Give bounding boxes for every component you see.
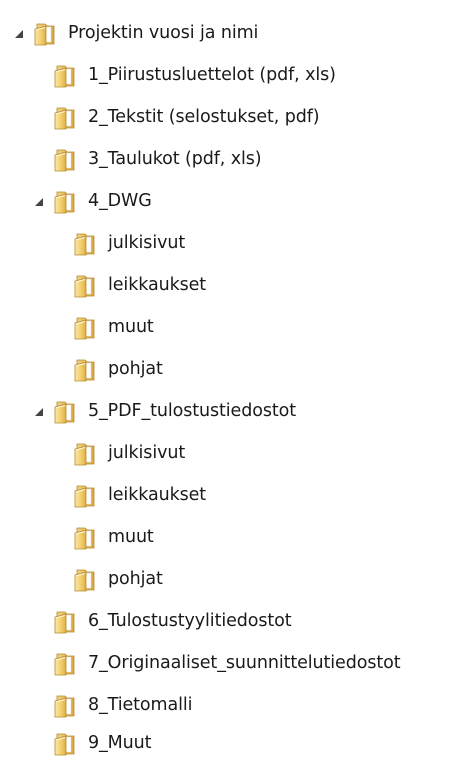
folder-icon	[74, 569, 95, 592]
folder-icon	[74, 275, 95, 298]
tree-item-pdf-julkisivut[interactable]: julkisivut	[74, 436, 185, 472]
tree-item-root[interactable]: Projektin vuosi ja nimi	[14, 16, 258, 52]
tree-item-dwg-julkisivut[interactable]: julkisivut	[74, 226, 185, 262]
folder-icon	[74, 317, 95, 340]
folder-icon	[74, 233, 95, 256]
folder-icon	[54, 191, 75, 214]
tree-item-tekstit[interactable]: 2_Tekstit (selostukset, pdf)	[54, 100, 320, 136]
tree-item-label: 7_Originaaliset_suunnittelutiedostot	[88, 653, 401, 674]
folder-icon	[54, 611, 75, 634]
tree-item-pdf-tulostustiedostot[interactable]: 5_PDF_tulostustiedostot	[34, 394, 296, 430]
folder-icon	[54, 149, 75, 172]
folder-icon	[54, 401, 75, 424]
tree-item-label: 3_Taulukot (pdf, xls)	[88, 149, 262, 170]
expand-arrow-icon[interactable]	[34, 197, 44, 207]
folder-icon	[74, 359, 95, 382]
folder-icon	[54, 65, 75, 88]
tree-item-piirustusluettelot[interactable]: 1_Piirustusluettelot (pdf, xls)	[54, 58, 336, 94]
tree-item-label: leikkaukset	[108, 485, 207, 506]
tree-item-dwg[interactable]: 4_DWG	[34, 184, 152, 220]
tree-item-label: 2_Tekstit (selostukset, pdf)	[88, 107, 320, 128]
tree-item-label: 1_Piirustusluettelot (pdf, xls)	[88, 65, 336, 86]
folder-icon	[54, 733, 75, 756]
tree-item-label: 8_Tietomalli	[88, 695, 193, 716]
expand-arrow-icon[interactable]	[34, 407, 44, 417]
folder-icon	[74, 485, 95, 508]
folder-icon	[74, 527, 95, 550]
tree-item-label: leikkaukset	[108, 275, 207, 296]
folder-icon	[54, 653, 75, 676]
tree-item-label: julkisivut	[108, 233, 186, 254]
folder-icon	[34, 23, 55, 46]
tree-item-label: 6_Tulostustyylitiedostot	[88, 611, 292, 632]
folder-icon	[54, 695, 75, 718]
tree-item-pdf-pohjat[interactable]: pohjat	[74, 562, 163, 598]
tree-item-label: Projektin vuosi ja nimi	[68, 23, 259, 44]
tree-item-tietomalli[interactable]: 8_Tietomalli	[54, 688, 192, 724]
tree-item-label: pohjat	[108, 569, 163, 590]
tree-item-label: pohjat	[108, 359, 163, 380]
expand-arrow-icon[interactable]	[14, 29, 24, 39]
tree-item-pdf-muut[interactable]: muut	[74, 520, 154, 556]
tree-item-originaaliset-suunnittelutiedostot[interactable]: 7_Originaaliset_suunnittelutiedostot	[54, 646, 401, 682]
folder-icon	[54, 107, 75, 130]
tree-item-pdf-leikkaukset[interactable]: leikkaukset	[74, 478, 206, 514]
tree-item-label: muut	[108, 317, 154, 338]
tree-item-dwg-pohjat[interactable]: pohjat	[74, 352, 163, 388]
tree-item-dwg-leikkaukset[interactable]: leikkaukset	[74, 268, 206, 304]
folder-tree: Projektin vuosi ja nimi 1_Piirustusluett…	[0, 0, 469, 758]
tree-item-label: 4_DWG	[88, 191, 152, 212]
tree-item-dwg-muut[interactable]: muut	[74, 310, 154, 346]
tree-item-tulostustyylitiedostot[interactable]: 6_Tulostustyylitiedostot	[54, 604, 292, 640]
tree-item-label: 9_Muut	[88, 733, 152, 754]
tree-item-taulukot[interactable]: 3_Taulukot (pdf, xls)	[54, 142, 262, 178]
folder-icon	[74, 443, 95, 466]
tree-item-muut[interactable]: 9_Muut	[54, 726, 152, 762]
tree-item-label: 5_PDF_tulostustiedostot	[88, 401, 296, 422]
tree-item-label: julkisivut	[108, 443, 186, 464]
tree-item-label: muut	[108, 527, 154, 548]
